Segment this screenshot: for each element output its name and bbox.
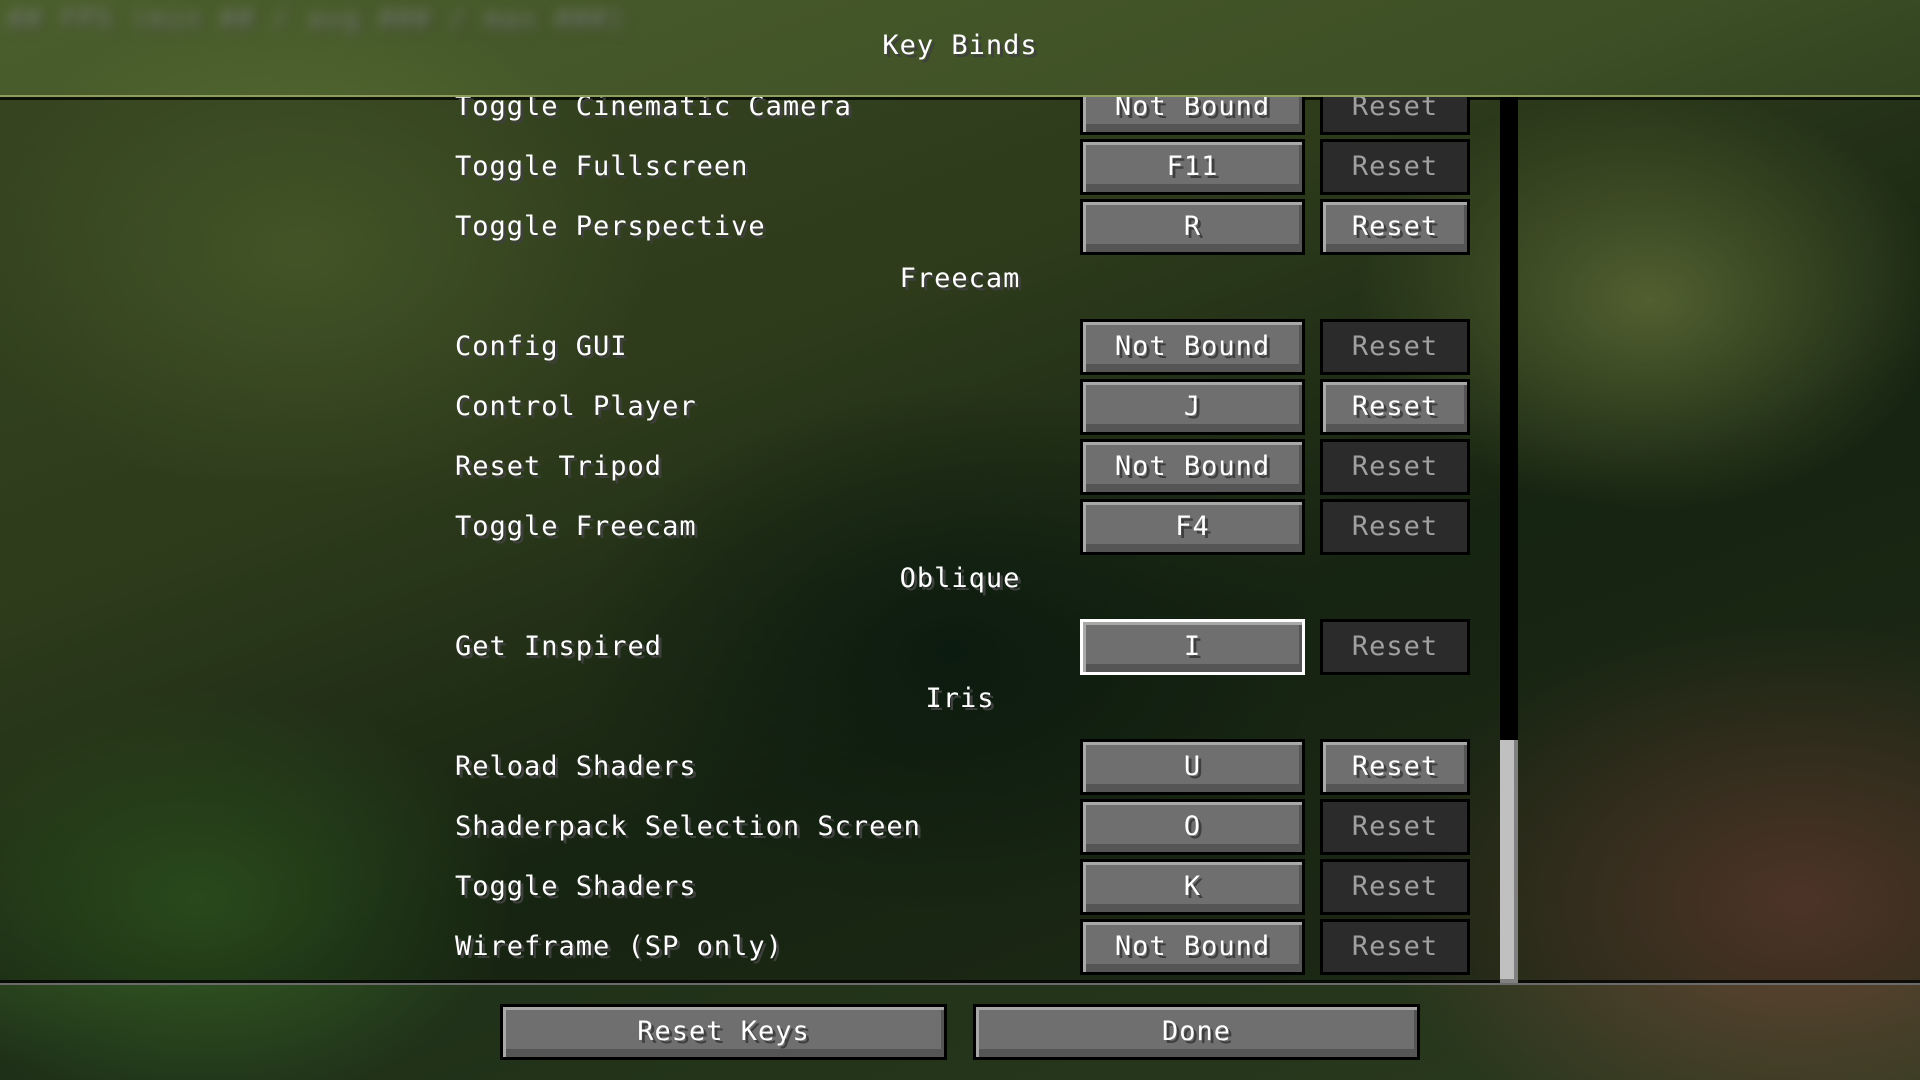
keybind-label: Toggle Perspective — [455, 211, 766, 242]
scrollbar-thumb[interactable] — [1500, 740, 1518, 983]
key-binding-value: K — [1183, 871, 1202, 902]
reset-keys-button-label: Reset Keys — [637, 1016, 810, 1047]
keybind-row: Control Player J Reset — [0, 377, 1920, 437]
keybind-label: Reload Shaders — [455, 751, 697, 782]
reset-binding-label: Reset — [1351, 631, 1439, 662]
key-binding-value: O — [1183, 811, 1202, 842]
category-header: Iris — [925, 683, 995, 714]
reset-binding-label: Reset — [1351, 95, 1439, 122]
reset-binding-label: Reset — [1351, 391, 1439, 422]
reset-binding-label: Reset — [1351, 931, 1439, 962]
keybind-row: Config GUI Not Bound Reset — [0, 317, 1920, 377]
reset-binding-label: Reset — [1351, 151, 1439, 182]
done-button-label: Done — [1161, 1016, 1232, 1047]
key-binding-button[interactable]: Not Bound — [1080, 95, 1305, 135]
key-binding-button[interactable]: R — [1080, 199, 1305, 255]
reset-binding-label: Reset — [1351, 211, 1439, 242]
reset-binding-button[interactable]: Reset — [1320, 439, 1470, 495]
keybind-row: Get Inspired I Reset — [0, 617, 1920, 677]
key-binding-button[interactable]: I — [1080, 619, 1305, 675]
key-binding-button[interactable]: J — [1080, 379, 1305, 435]
key-binding-button[interactable]: U — [1080, 739, 1305, 795]
keybind-row: Toggle Cinematic Camera Not Bound Reset — [0, 95, 1920, 137]
scrollbar[interactable] — [1500, 97, 1518, 983]
key-binding-value: J — [1183, 391, 1202, 422]
reset-binding-button[interactable]: Reset — [1320, 619, 1470, 675]
keybind-label: Toggle Fullscreen — [455, 151, 749, 182]
key-binding-value: Not Bound — [1114, 331, 1271, 362]
keybind-row: Toggle Perspective R Reset — [0, 197, 1920, 257]
key-binding-button[interactable]: O — [1080, 799, 1305, 855]
reset-binding-label: Reset — [1351, 451, 1439, 482]
reset-binding-label: Reset — [1351, 871, 1439, 902]
reset-binding-button[interactable]: Reset — [1320, 799, 1470, 855]
key-binding-button[interactable]: F11 — [1080, 139, 1305, 195]
keybind-label: Reset Tripod — [455, 451, 663, 482]
keybind-label: Get Inspired — [455, 631, 663, 662]
keybind-label: Toggle Cinematic Camera — [455, 95, 852, 122]
keybind-label: Shaderpack Selection Screen — [455, 811, 921, 842]
key-binding-button[interactable]: K — [1080, 859, 1305, 915]
keybind-row: Toggle Fullscreen F11 Reset — [0, 137, 1920, 197]
key-binding-button[interactable]: F4 — [1080, 499, 1305, 555]
reset-binding-label: Reset — [1351, 331, 1439, 362]
reset-binding-button[interactable]: Reset — [1320, 379, 1470, 435]
keybind-list[interactable]: Toggle Cinematic Camera Not Bound Reset Tog… — [0, 95, 1920, 985]
key-binding-value: F4 — [1175, 511, 1210, 542]
reset-binding-button[interactable]: Reset — [1320, 499, 1470, 555]
keybind-row: Shaderpack Selection Screen O Reset — [0, 797, 1920, 857]
key-binding-value: F11 — [1166, 151, 1219, 182]
reset-binding-button[interactable]: Reset — [1320, 139, 1470, 195]
reset-binding-button[interactable]: Reset — [1320, 319, 1470, 375]
reset-binding-label: Reset — [1351, 751, 1439, 782]
keybind-row: Wireframe (SP only) Not Bound Reset — [0, 917, 1920, 977]
header: ## FPS (min ## / avg ### / max ###) Key … — [0, 0, 1920, 95]
key-binding-button[interactable]: Not Bound — [1080, 919, 1305, 975]
key-binding-button[interactable]: Not Bound — [1080, 319, 1305, 375]
keybind-label: Toggle Shaders — [455, 871, 697, 902]
reset-binding-button[interactable]: Reset — [1320, 919, 1470, 975]
category-header: Oblique — [899, 563, 1021, 594]
keybind-label: Wireframe (SP only) — [455, 931, 783, 962]
keybind-label: Config GUI — [455, 331, 628, 362]
keybind-label: Toggle Freecam — [455, 511, 697, 542]
key-binding-value: U — [1183, 751, 1202, 782]
key-binding-value: Not Bound — [1114, 451, 1271, 482]
reset-binding-label: Reset — [1351, 811, 1439, 842]
keybind-row: Toggle Freecam F4 Reset — [0, 497, 1920, 557]
keybind-row: Reset Tripod Not Bound Reset — [0, 437, 1920, 497]
keybind-row: Reload Shaders U Reset — [0, 737, 1920, 797]
key-binding-value: Not Bound — [1114, 931, 1271, 962]
reset-binding-button[interactable]: Reset — [1320, 95, 1470, 135]
reset-binding-label: Reset — [1351, 511, 1439, 542]
screen-title: Key Binds — [882, 30, 1038, 61]
reset-binding-button[interactable]: Reset — [1320, 199, 1470, 255]
reset-keys-button[interactable]: Reset Keys — [500, 1004, 947, 1060]
keybind-label: Control Player — [455, 391, 697, 422]
keybind-row: Toggle Shaders K Reset — [0, 857, 1920, 917]
key-binding-value: Not Bound — [1114, 95, 1271, 122]
category-header: Freecam — [899, 263, 1021, 294]
reset-binding-button[interactable]: Reset — [1320, 739, 1470, 795]
key-binding-button[interactable]: Not Bound — [1080, 439, 1305, 495]
done-button[interactable]: Done — [973, 1004, 1420, 1060]
key-binding-value: I — [1183, 631, 1202, 662]
reset-binding-button[interactable]: Reset — [1320, 859, 1470, 915]
key-binding-value: R — [1183, 211, 1202, 242]
